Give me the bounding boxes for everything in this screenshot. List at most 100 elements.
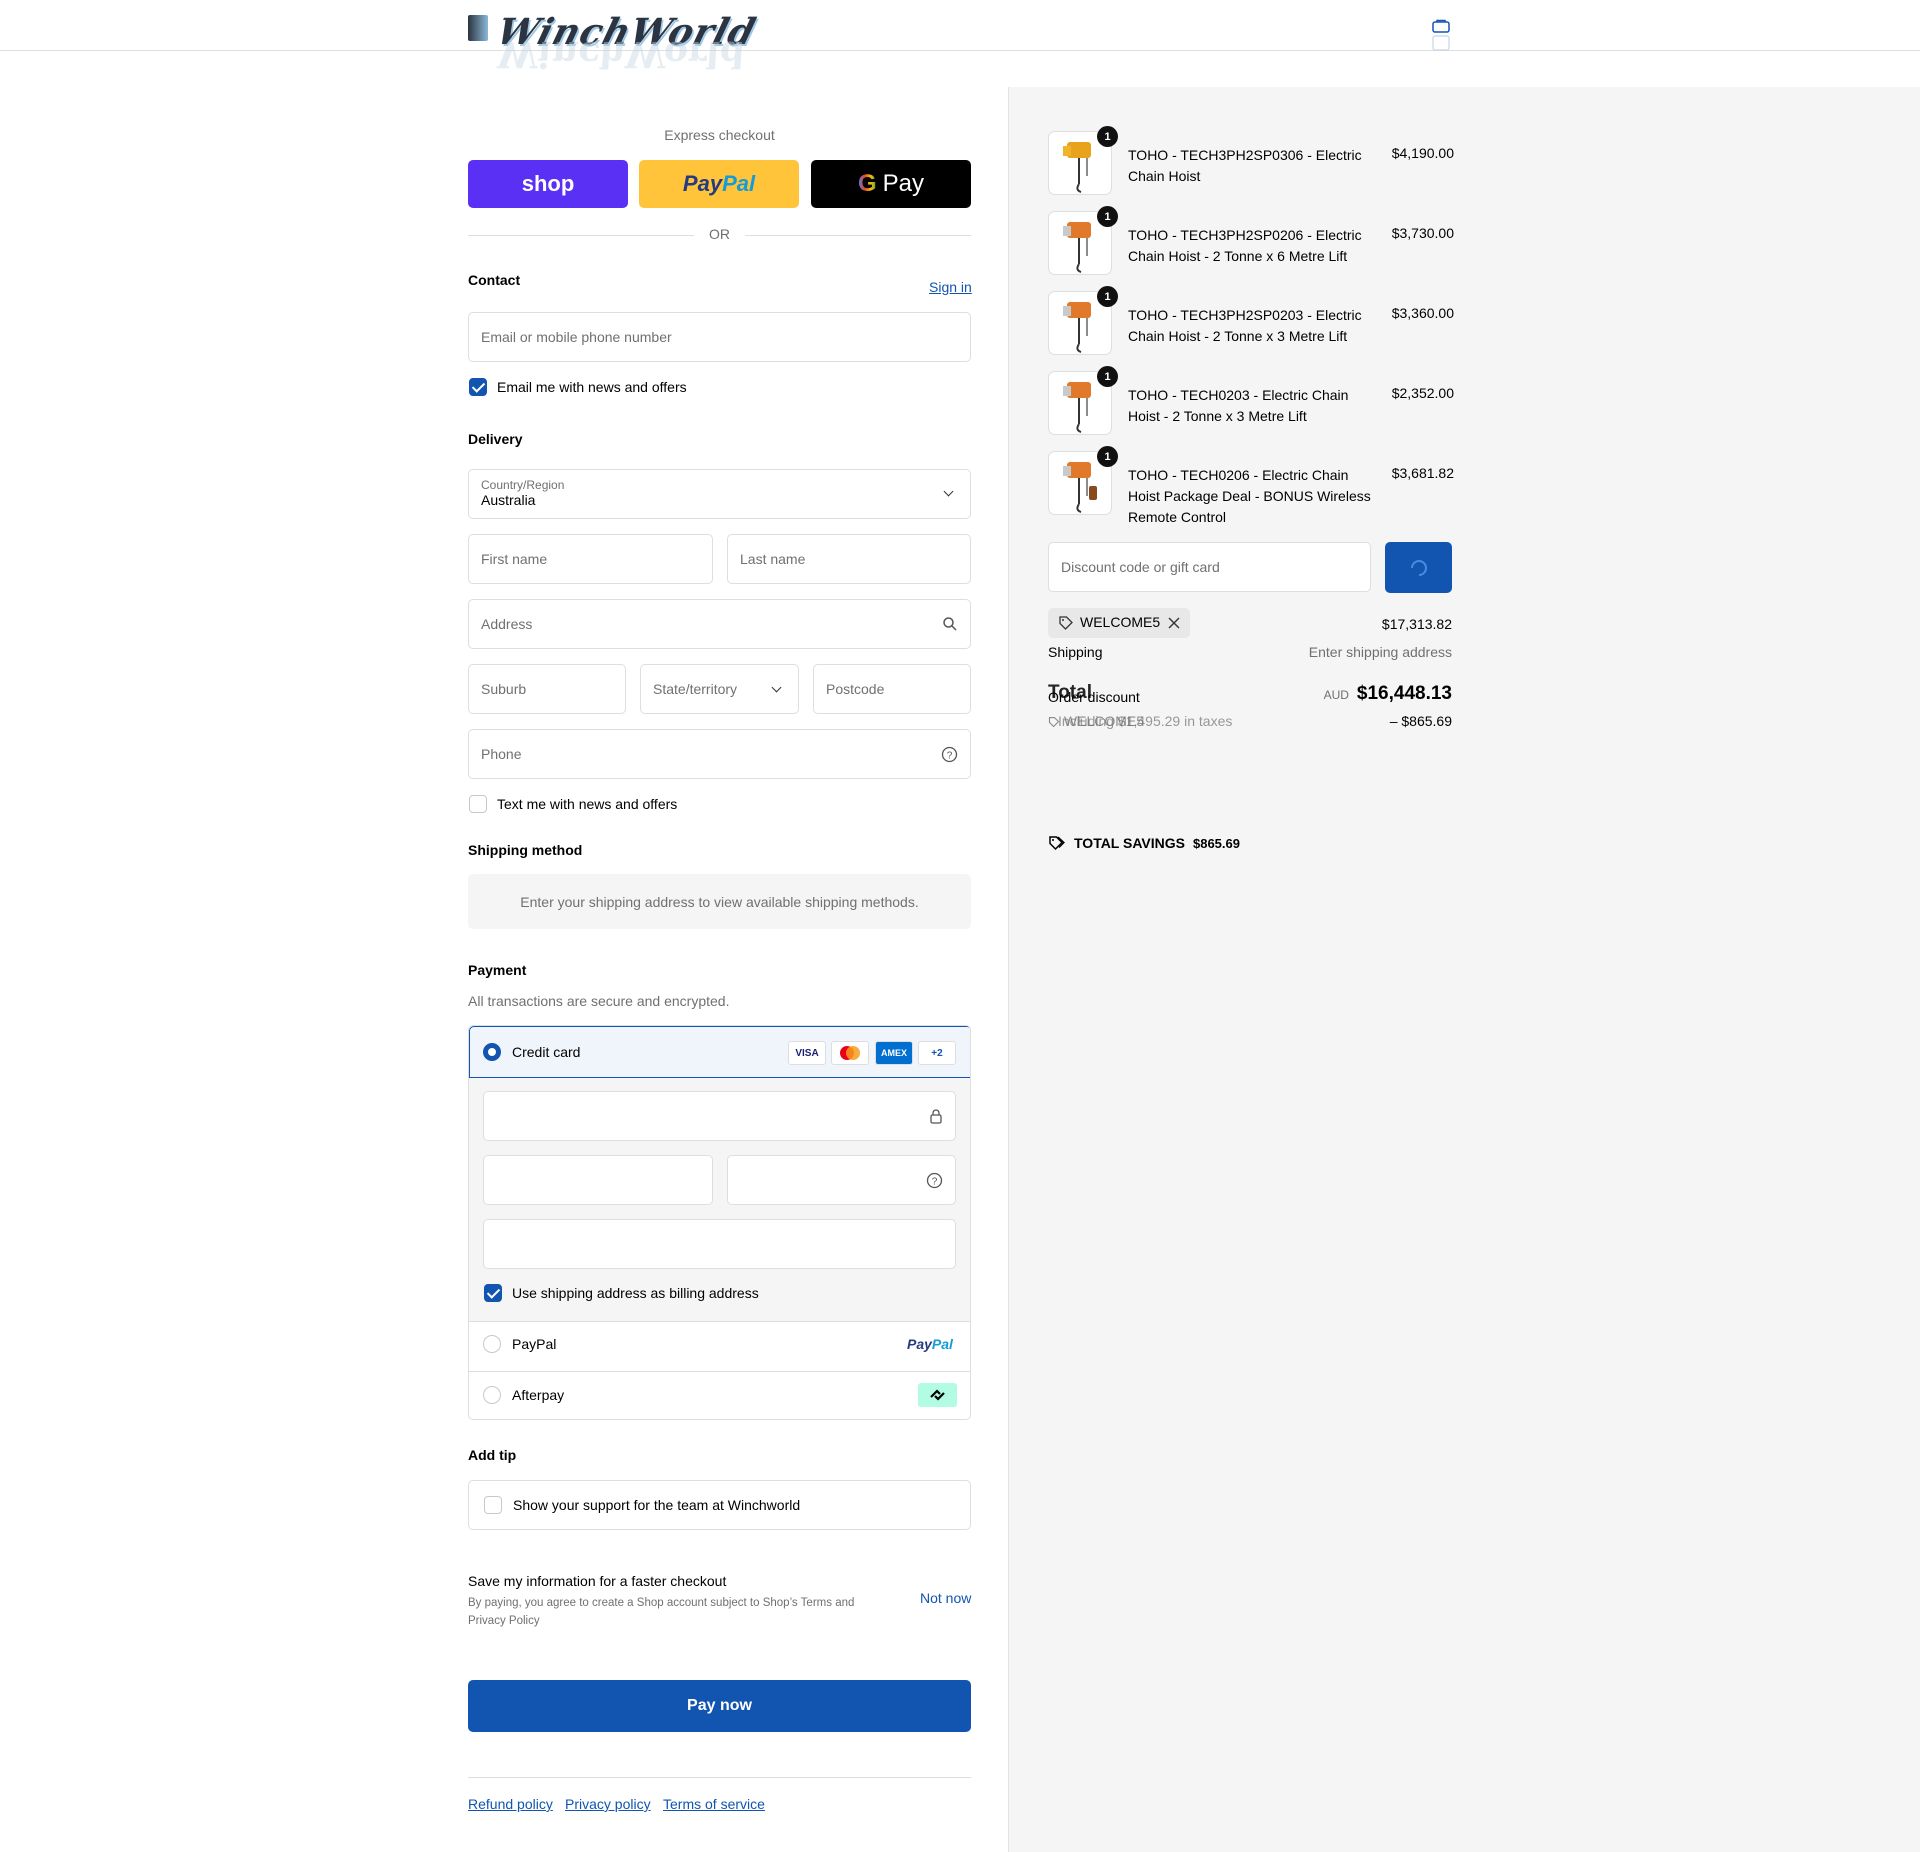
state-placeholder: State/territory — [653, 681, 738, 697]
google-pay-label: Pay — [882, 170, 925, 197]
credit-card-label: Credit card — [512, 1044, 581, 1060]
payment-subtitle: All transactions are secure and encrypte… — [468, 993, 730, 1009]
postcode-placeholder: Postcode — [826, 681, 885, 697]
product-price: $3,730.00 — [1391, 225, 1454, 241]
email-news-checkbox[interactable] — [469, 378, 487, 396]
shipping-method-title: Shipping method — [468, 842, 583, 858]
suburb-field[interactable]: Suburb — [468, 664, 626, 714]
terms-text: By paying, you agree to create a Shop ac… — [468, 1597, 798, 1609]
currency-label: AUD — [1323, 688, 1349, 702]
text-news-label: Text me with news and offers — [497, 796, 678, 812]
amex-text: AMEX — [880, 1048, 907, 1058]
total-savings-label: TOTAL SAVINGS — [1074, 835, 1185, 851]
refund-policy-link[interactable]: Refund policy — [468, 1796, 553, 1812]
subtotal-value: $17,313.82 — [1381, 616, 1452, 632]
postcode-field[interactable]: Postcode — [813, 664, 971, 714]
suburb-placeholder: Suburb — [481, 681, 527, 697]
paypal-logo: PayPal — [907, 1336, 953, 1352]
last-name-placeholder: Last name — [740, 551, 806, 567]
paypal-button[interactable]: Pay Pal — [639, 160, 799, 208]
applied-code-tag: WELCOME5 — [1048, 608, 1190, 638]
logo-reflection: WinchWorld — [492, 33, 751, 75]
more-cards-badge: +2 — [918, 1041, 956, 1065]
contact-title: Contact — [468, 272, 521, 288]
phone-field[interactable]: Phone ? — [468, 729, 971, 779]
product-price: $2,352.00 — [1391, 385, 1454, 401]
sign-in-link[interactable]: Sign in — [929, 279, 972, 295]
first-name-field[interactable]: First name — [468, 534, 713, 584]
email-news-label: Email me with news and offers — [497, 379, 687, 395]
product-price: $3,681.82 — [1391, 465, 1454, 481]
header — [0, 0, 1920, 51]
visa-icon: VISA — [788, 1041, 826, 1065]
quantity-badge: 1 — [1097, 446, 1118, 467]
total-label: Total — [1048, 682, 1092, 703]
order-discount-value: – $865.69 — [1389, 713, 1452, 729]
total-amount: AUD $16,448.13 — [1324, 683, 1452, 705]
product-name: TOHO - TECH3PH2SP0203 - Electric Chain H… — [1128, 307, 1362, 344]
billing-address-checkbox[interactable] — [484, 1284, 502, 1302]
email-field[interactable]: Email or mobile phone number — [468, 312, 971, 362]
paypal-radio[interactable] — [483, 1335, 501, 1353]
tags-icon — [1049, 836, 1065, 851]
svg-text:?: ? — [947, 751, 953, 762]
email-placeholder: Email or mobile phone number — [481, 329, 672, 345]
phone-placeholder: Phone — [481, 746, 522, 762]
and-text: and — [835, 1597, 855, 1609]
product-row: 1 TOHO - TECH3PH2SP0203 - Electric Chain … — [1048, 286, 1454, 357]
help-icon[interactable]: ? — [926, 1172, 943, 1189]
close-icon[interactable] — [1168, 617, 1180, 629]
billing-address-label: Use shipping address as billing address — [512, 1285, 759, 1301]
logo[interactable]: WinchWorld WinchWorld — [468, 11, 768, 75]
paypal-logo-part2: Pal — [722, 171, 756, 196]
country-value: Australia — [481, 492, 536, 508]
checkout-page: WinchWorld WinchWorld Express checkout s… — [0, 0, 1920, 1852]
google-g-icon: G — [857, 170, 877, 197]
product-name: TOHO - TECH3PH2SP0206 - Electric Chain H… — [1128, 227, 1362, 264]
country-select[interactable]: Country/Region Australia — [468, 469, 971, 519]
product-row: 1 TOHO - TECH0203 - Electric Chain Hoist … — [1048, 366, 1454, 437]
tip-checkbox[interactable] — [484, 1496, 502, 1514]
card-number-field[interactable] — [483, 1091, 956, 1141]
mastercard-icon — [831, 1041, 869, 1065]
paypal-option-label[interactable]: PayPal — [512, 1336, 556, 1352]
privacy-policy-link[interactable]: Privacy policy — [565, 1796, 651, 1812]
discount-code-field[interactable]: Discount code or gift card — [1048, 542, 1371, 592]
address-placeholder: Address — [481, 616, 533, 632]
afterpay-option-label[interactable]: Afterpay — [512, 1387, 564, 1403]
pay-now-button[interactable]: Pay now — [468, 1680, 971, 1732]
product-price: $3,360.00 — [1391, 305, 1454, 321]
not-now-button[interactable]: Not now — [920, 1590, 971, 1606]
card-cvv-field[interactable]: ? — [727, 1155, 956, 1205]
more-cards-text: +2 — [931, 1047, 943, 1059]
shopping-bag-icon[interactable] — [1432, 18, 1450, 52]
state-select[interactable]: State/territory — [640, 664, 799, 714]
product-row: 1 TOHO - TECH3PH2SP0206 - Electric Chain … — [1048, 206, 1454, 277]
last-name-field[interactable]: Last name — [727, 534, 971, 584]
google-pay-button[interactable]: G Pay — [811, 160, 971, 208]
text-news-checkbox[interactable] — [469, 795, 487, 813]
terms-link[interactable]: Terms — [801, 1597, 832, 1609]
search-icon — [943, 617, 957, 631]
address-field[interactable]: Address — [468, 599, 971, 649]
tag-icon — [1059, 616, 1073, 630]
afterpay-radio[interactable] — [483, 1386, 501, 1404]
paypal-logo-part1: Pay — [907, 1336, 932, 1352]
tip-option[interactable]: Show your support for the team at Winchw… — [468, 1480, 971, 1530]
shop-pay-button[interactable]: shop — [468, 160, 628, 208]
shipping-value: Enter shipping address — [1308, 644, 1452, 660]
privacy-link[interactable]: Privacy Policy — [468, 1615, 540, 1627]
credit-card-radio[interactable] — [483, 1043, 501, 1061]
taxes-note: Including $1,495.29 in taxes — [1058, 713, 1233, 729]
apply-discount-button[interactable] — [1385, 542, 1452, 593]
help-icon[interactable]: ? — [941, 746, 958, 763]
total-savings-value: $865.69 — [1192, 835, 1240, 851]
total-value: $16,448.13 — [1356, 683, 1452, 704]
amex-icon: AMEX — [875, 1041, 913, 1065]
card-name-field[interactable] — [483, 1219, 956, 1269]
tip-label: Show your support for the team at Winchw… — [513, 1497, 801, 1513]
paypal-logo-part1: Pay — [682, 171, 723, 196]
card-expiry-field[interactable] — [483, 1155, 713, 1205]
terms-of-service-link[interactable]: Terms of service — [663, 1796, 765, 1812]
product-row: 1 TOHO - TECH0206 - Electric Chain Hoist … — [1048, 446, 1454, 525]
